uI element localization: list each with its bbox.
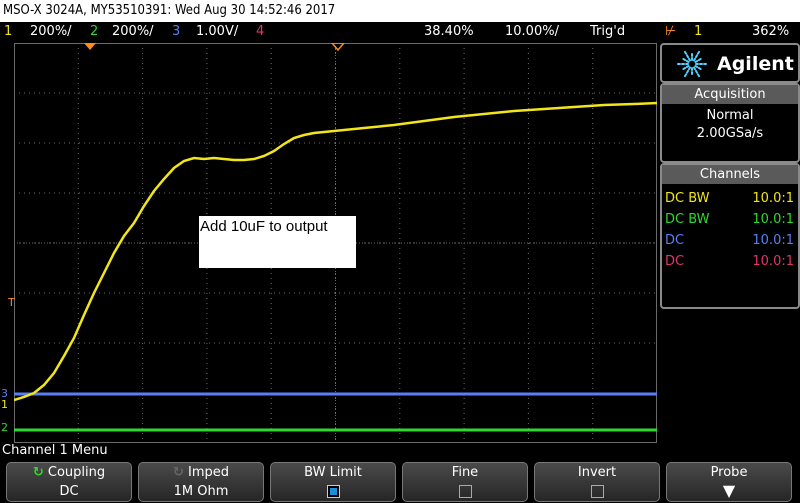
ch1-ground-marker[interactable]: 1 [1, 398, 8, 411]
starburst-icon [677, 50, 707, 78]
impedance-softkey[interactable]: ↻ Imped 1M Ohm [138, 462, 264, 502]
softkey-value: DC [59, 484, 79, 499]
trigger-time-marker [84, 43, 96, 50]
acquisition-heading: Acquisition [662, 85, 798, 104]
ch2-number[interactable]: 2 [90, 22, 98, 42]
probe-softkey[interactable]: Probe ▼ [666, 462, 792, 502]
channel-row-4[interactable]: DC 10.0:1 [662, 251, 798, 272]
bw-limit-softkey[interactable]: BW Limit [270, 462, 396, 502]
acquisition-box[interactable]: Acquisition Normal 2.00GSa/s [660, 83, 800, 163]
fine-softkey[interactable]: Fine [402, 462, 528, 502]
softkey-value: 1M Ohm [173, 484, 229, 499]
softkey-label: BW Limit [304, 465, 362, 480]
brand-logo: Agilent [660, 43, 800, 83]
trigger-source[interactable]: 1 [694, 22, 702, 42]
ch1-number[interactable]: 1 [4, 22, 12, 42]
channel-coupling: DC BW [665, 191, 710, 206]
coupling-softkey[interactable]: ↻ Coupling DC [6, 462, 132, 502]
ch1-scale[interactable]: 200%/ [30, 22, 72, 42]
down-arrow-icon: ▼ [722, 481, 736, 500]
trigger-state: Trig'd [590, 24, 626, 39]
channels-box[interactable]: Channels DC BW 10.0:1 DC BW 10.0:1 DC 10… [660, 163, 800, 309]
window-title: MSO-X 3024A, MY53510391: Wed Aug 30 14:5… [0, 0, 800, 22]
softkey-label: Probe [710, 465, 748, 480]
softkey-label: ↻ Coupling [32, 465, 106, 480]
softkey-label: Fine [451, 465, 479, 480]
trigger-edge-icon: ⊬ [665, 24, 677, 39]
rotate-knob-icon: ↻ [172, 465, 184, 480]
ch2-scale[interactable]: 200%/ [112, 22, 154, 42]
ch4-number[interactable]: 4 [256, 22, 264, 42]
bw-limit-checkbox[interactable] [326, 485, 340, 498]
menu-title: Channel 1 Menu [2, 443, 108, 458]
channel-coupling: DC BW [665, 212, 710, 227]
screen-annotation: Add 10uF to output [199, 216, 356, 268]
channel-row-3[interactable]: DC 10.0:1 [662, 230, 798, 251]
channel-probe: 10.0:1 [752, 254, 794, 269]
ch3-number[interactable]: 3 [172, 22, 180, 42]
delay-reference-marker [331, 43, 345, 52]
channel-row-1[interactable]: DC BW 10.0:1 [662, 188, 798, 209]
brand-name: Agilent [717, 53, 794, 75]
channel-coupling: DC [665, 233, 685, 248]
fine-checkbox[interactable] [458, 485, 472, 498]
channel-coupling: DC [665, 254, 685, 269]
channels-heading: Channels [662, 165, 798, 184]
softkey-label: ↻ Imped [172, 465, 230, 480]
ch2-ground-marker[interactable]: 2 [1, 421, 8, 434]
trigger-level[interactable]: 362% [752, 22, 789, 42]
channel-row-2[interactable]: DC BW 10.0:1 [662, 209, 798, 230]
timebase-scale[interactable]: 10.00%/ [505, 22, 559, 42]
sample-rate: 2.00GSa/s [696, 126, 764, 141]
acquisition-mode: Normal [706, 108, 754, 123]
ch3-scale[interactable]: 1.00V/ [196, 22, 238, 42]
status-bar: 1 200%/ 2 200%/ 3 1.00V/ 4 38.40% 10.00%… [0, 22, 800, 42]
rotate-knob-icon: ↻ [32, 465, 44, 480]
softkey-label: Invert [577, 465, 617, 480]
trigger-level-marker[interactable]: T [8, 296, 15, 309]
channel-probe: 10.0:1 [752, 212, 794, 227]
invert-softkey[interactable]: Invert [534, 462, 660, 502]
right-info-panel: Agilent Acquisition Normal 2.00GSa/s Cha… [660, 43, 800, 443]
horizontal-delay[interactable]: 38.40% [424, 22, 474, 42]
invert-checkbox[interactable] [590, 485, 604, 498]
channel-probe: 10.0:1 [752, 191, 794, 206]
channel-probe: 10.0:1 [752, 233, 794, 248]
